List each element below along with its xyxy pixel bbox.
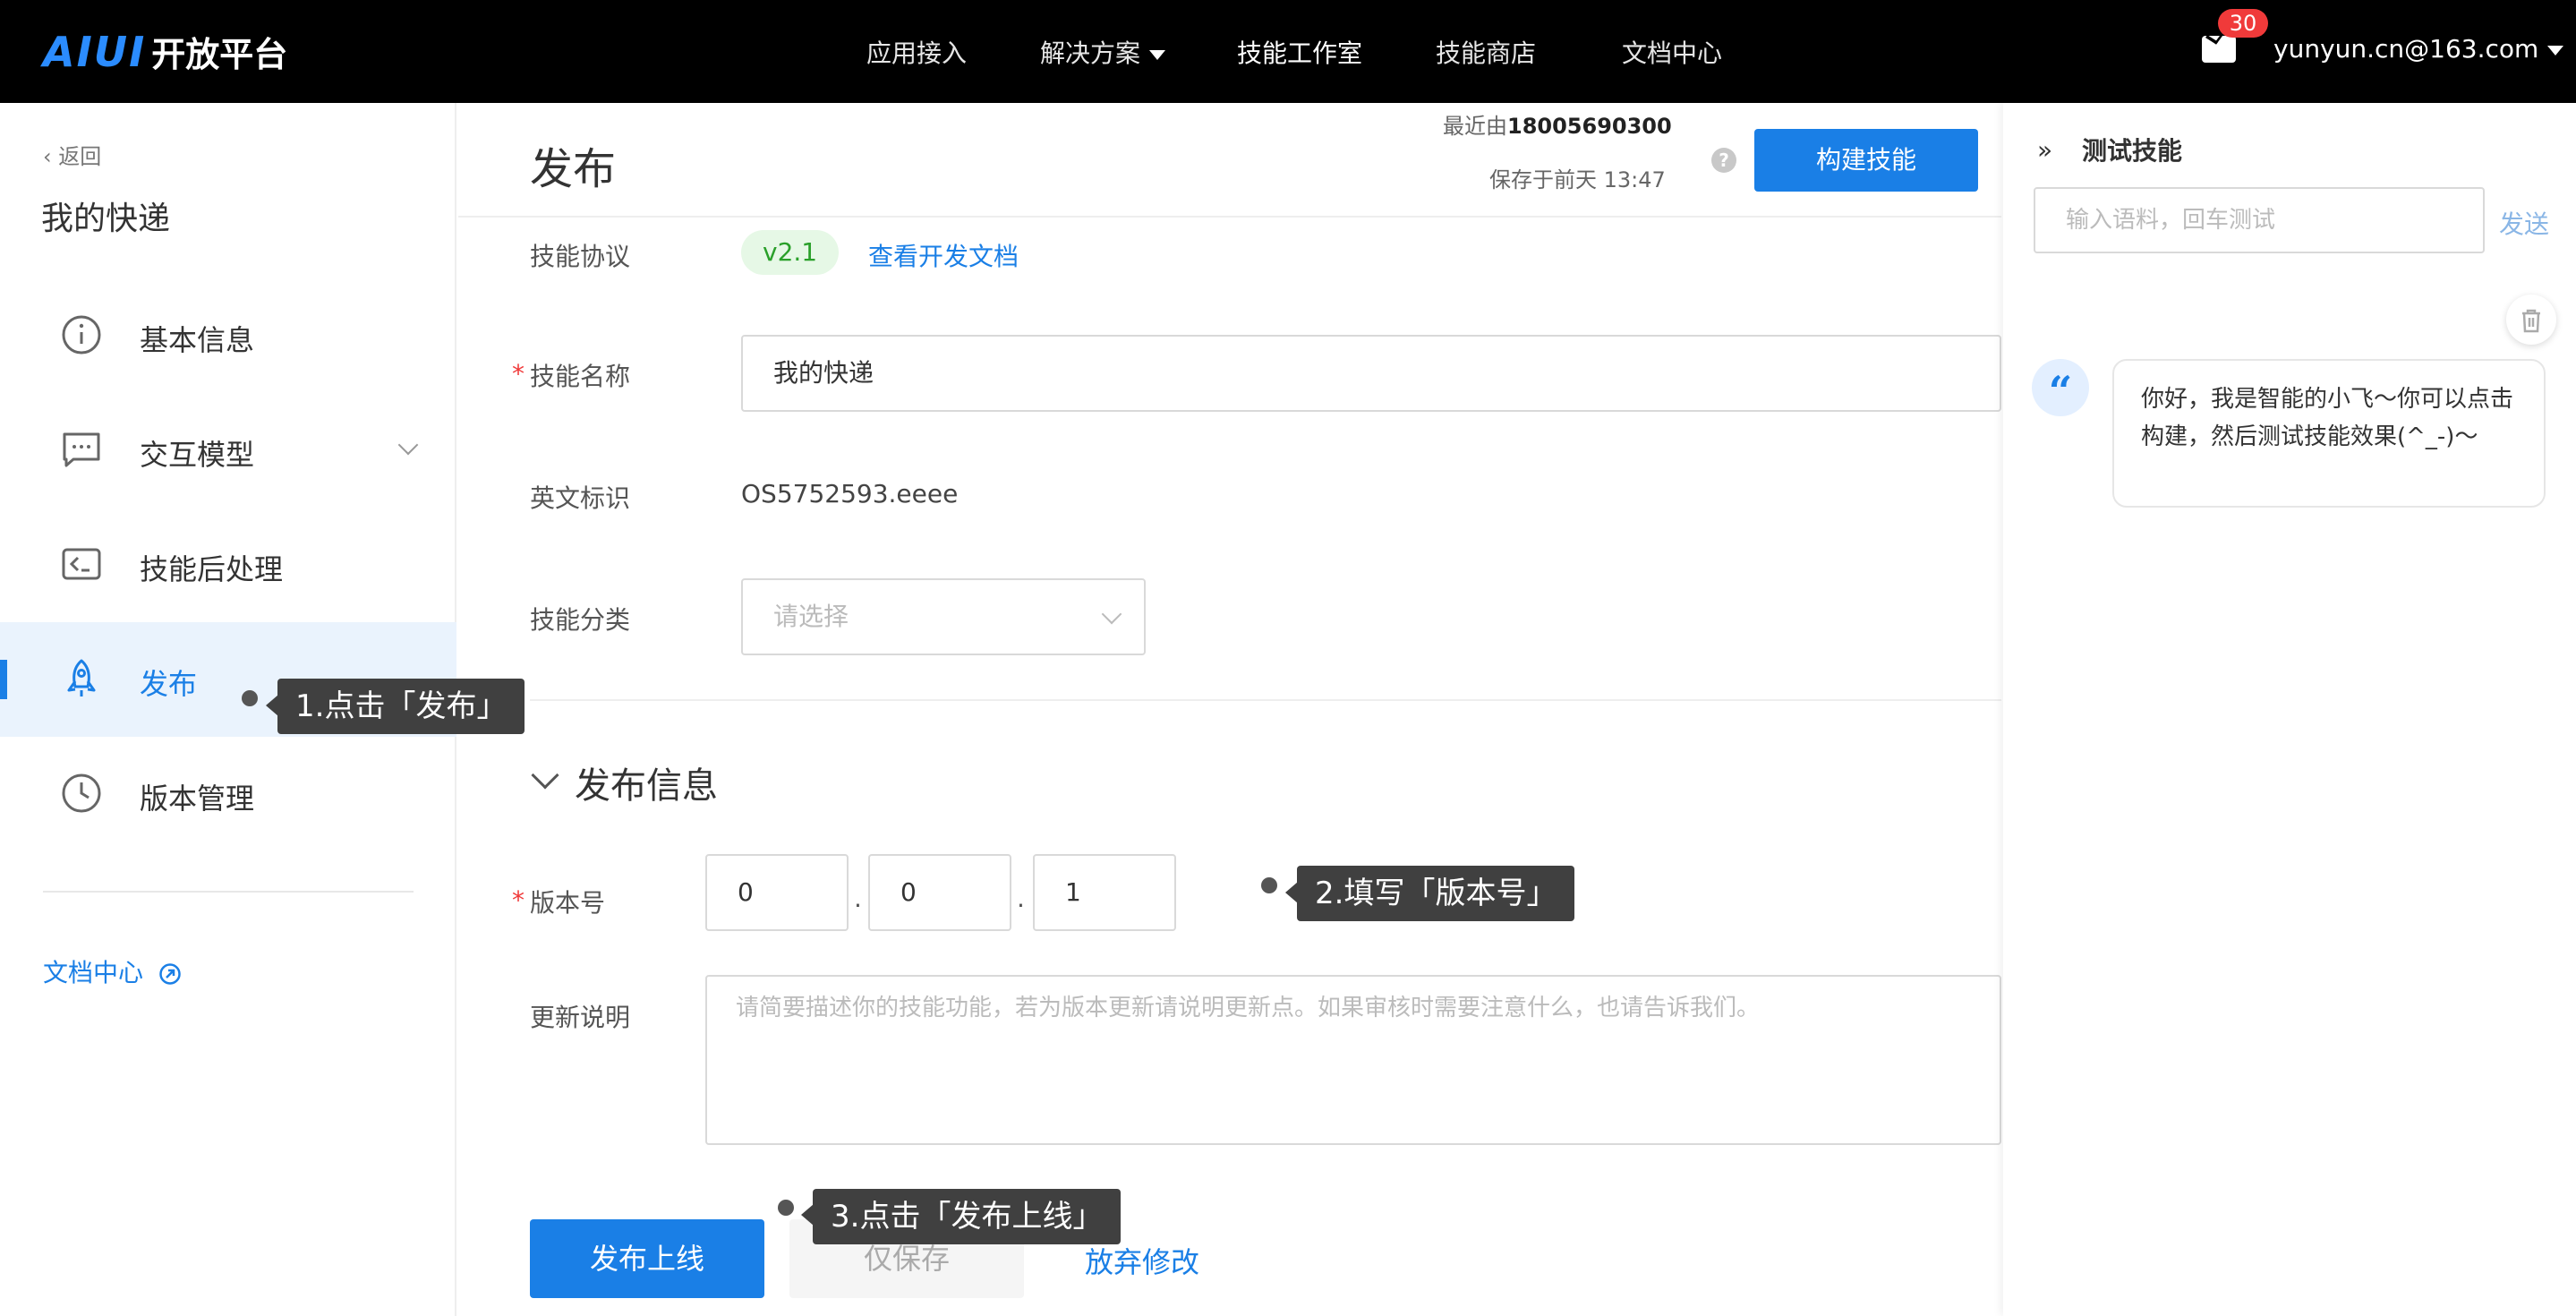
chevron-left-icon: ‹: [43, 144, 59, 169]
info-icon: [62, 315, 101, 355]
divider: [458, 216, 2001, 218]
update-notes-label: 更新说明: [530, 1003, 631, 1032]
test-panel-title: 测试技能: [2082, 136, 2183, 166]
collapse-double-chevron-icon[interactable]: »: [2037, 135, 2052, 165]
back-link[interactable]: ‹ 返回: [43, 139, 101, 170]
message-icon: [63, 432, 100, 467]
mail-count-badge: 30: [2218, 9, 2268, 38]
chevron-down-icon[interactable]: [397, 434, 419, 456]
sidebar-item-post-processing[interactable]: 技能后处理: [0, 508, 456, 622]
tooltip-pointer-dot: [778, 1200, 794, 1216]
protocol-label: 技能协议: [530, 242, 631, 271]
recent-prefix: 最近由: [1443, 114, 1507, 139]
recent-editor: 最近由18005690300: [1443, 108, 1672, 140]
version-patch-input[interactable]: 1: [1033, 854, 1176, 931]
nav-item-app-access[interactable]: 应用接入: [866, 34, 967, 70]
publish-online-button[interactable]: 发布上线: [530, 1219, 764, 1298]
page-title: 发布: [530, 144, 617, 194]
caret-down-icon: [2547, 45, 2564, 56]
clock-icon: [62, 773, 101, 813]
help-icon[interactable]: ?: [1711, 148, 1736, 173]
tooltip-pointer-dot: [242, 690, 258, 706]
mail-icon[interactable]: [2202, 36, 2236, 63]
sidebar-item-label: 基本信息: [140, 323, 255, 357]
tooltip-step2: 2.填写「版本号」: [1297, 866, 1575, 921]
logo-mark: AIUI: [43, 27, 147, 76]
protocol-version-badge: v2.1: [741, 230, 840, 275]
code-icon: [62, 548, 101, 580]
version-separator: .: [854, 884, 862, 913]
caret-down-icon: [1149, 49, 1166, 60]
main-content: 发布 最近由18005690300 保存于前天 13:47 ? 构建技能 技能协…: [458, 103, 2001, 1316]
tooltip-arrow: [1285, 882, 1298, 903]
sidebar-doc-link[interactable]: 文档中心: [43, 953, 182, 989]
trash-icon[interactable]: [2506, 295, 2556, 345]
version-minor-input[interactable]: 0: [868, 854, 1011, 931]
version-separator: .: [1017, 884, 1025, 913]
chevron-down-icon[interactable]: [531, 761, 559, 790]
top-navigation-bar: AIUI 开放平台 应用接入 解决方案 技能工作室 技能商店 文档中心 30 y…: [0, 0, 2576, 103]
tooltip-pointer-dot: [1261, 877, 1277, 893]
test-skill-panel: » 测试技能 输入语料，回车测试 发送 “ 你好，我是智能的小飞～你可以点击构建…: [2003, 103, 2576, 1316]
rocket-icon: [67, 659, 96, 696]
english-id-value: OS5752593.eeee: [741, 479, 959, 508]
logo[interactable]: AIUI 开放平台: [43, 27, 287, 76]
nav-item-solutions-label: 解决方案: [1040, 38, 1141, 68]
sidebar-item-label: 版本管理: [140, 782, 255, 816]
english-id-label: 英文标识: [530, 483, 631, 513]
chevron-down-icon: [1101, 603, 1122, 625]
sidebar-item-label: 技能后处理: [140, 552, 284, 586]
tooltip-arrow: [266, 695, 278, 716]
user-email: yunyun.cn@163.com: [2273, 34, 2539, 64]
project-title: 我的快递: [41, 201, 171, 237]
nav-item-skill-store[interactable]: 技能商店: [1436, 34, 1536, 70]
build-skill-button[interactable]: 构建技能: [1754, 129, 1978, 192]
saved-time: 保存于前天 13:47: [1489, 167, 1666, 192]
quote-icon: “: [2032, 359, 2089, 416]
logo-text: 开放平台: [151, 35, 288, 74]
nav-item-skill-studio[interactable]: 技能工作室: [1237, 34, 1362, 70]
back-label: 返回: [58, 144, 102, 169]
divider: [43, 891, 414, 893]
divider: [530, 699, 2001, 701]
sidebar-item-label: 发布: [140, 667, 198, 701]
required-marker: *: [512, 359, 525, 389]
tooltip-step3: 3.点击「发布上线」: [813, 1189, 1122, 1244]
active-indicator: [0, 660, 7, 699]
category-placeholder: 请选择: [773, 602, 849, 631]
skill-name-label: 技能名称: [530, 362, 631, 391]
required-marker: *: [512, 885, 525, 915]
sidebar-item-interaction-model[interactable]: 交互模型: [0, 393, 456, 508]
category-label: 技能分类: [530, 605, 631, 635]
version-label: 版本号: [530, 888, 606, 918]
skill-name-input[interactable]: 我的快递: [741, 335, 2001, 412]
external-link-icon: [159, 963, 181, 985]
section-title-publish-info: 发布信息: [575, 765, 718, 807]
nav-item-docs[interactable]: 文档中心: [1622, 34, 1722, 70]
recent-user: 18005690300: [1507, 114, 1672, 139]
tooltip-step1: 1.点击「发布」: [277, 679, 525, 734]
sidebar-item-version-management[interactable]: 版本管理: [0, 737, 456, 851]
doc-link-label: 文档中心: [43, 958, 144, 987]
send-button[interactable]: 发送: [2499, 205, 2549, 241]
nav-item-solutions[interactable]: 解决方案: [1040, 34, 1166, 70]
sidebar-item-label: 交互模型: [140, 438, 255, 472]
tooltip-arrow: [801, 1204, 814, 1226]
test-utterance-input[interactable]: 输入语料，回车测试: [2034, 187, 2485, 253]
view-dev-docs-link[interactable]: 查看开发文档: [868, 237, 1019, 273]
discard-changes-button[interactable]: 放弃修改: [1085, 1240, 1199, 1281]
bot-message-bubble: 你好，我是智能的小飞～你可以点击构建，然后测试技能效果(^_-)～: [2112, 359, 2546, 508]
user-menu[interactable]: yunyun.cn@163.com: [2273, 34, 2564, 64]
version-major-input[interactable]: 0: [705, 854, 849, 931]
category-select[interactable]: 请选择: [741, 578, 1146, 655]
update-notes-textarea[interactable]: 请简要描述你的技能功能，若为版本更新请说明更新点。如果审核时需要注意什么，也请告…: [705, 975, 2001, 1145]
sidebar-item-basic-info[interactable]: 基本信息: [0, 278, 456, 393]
